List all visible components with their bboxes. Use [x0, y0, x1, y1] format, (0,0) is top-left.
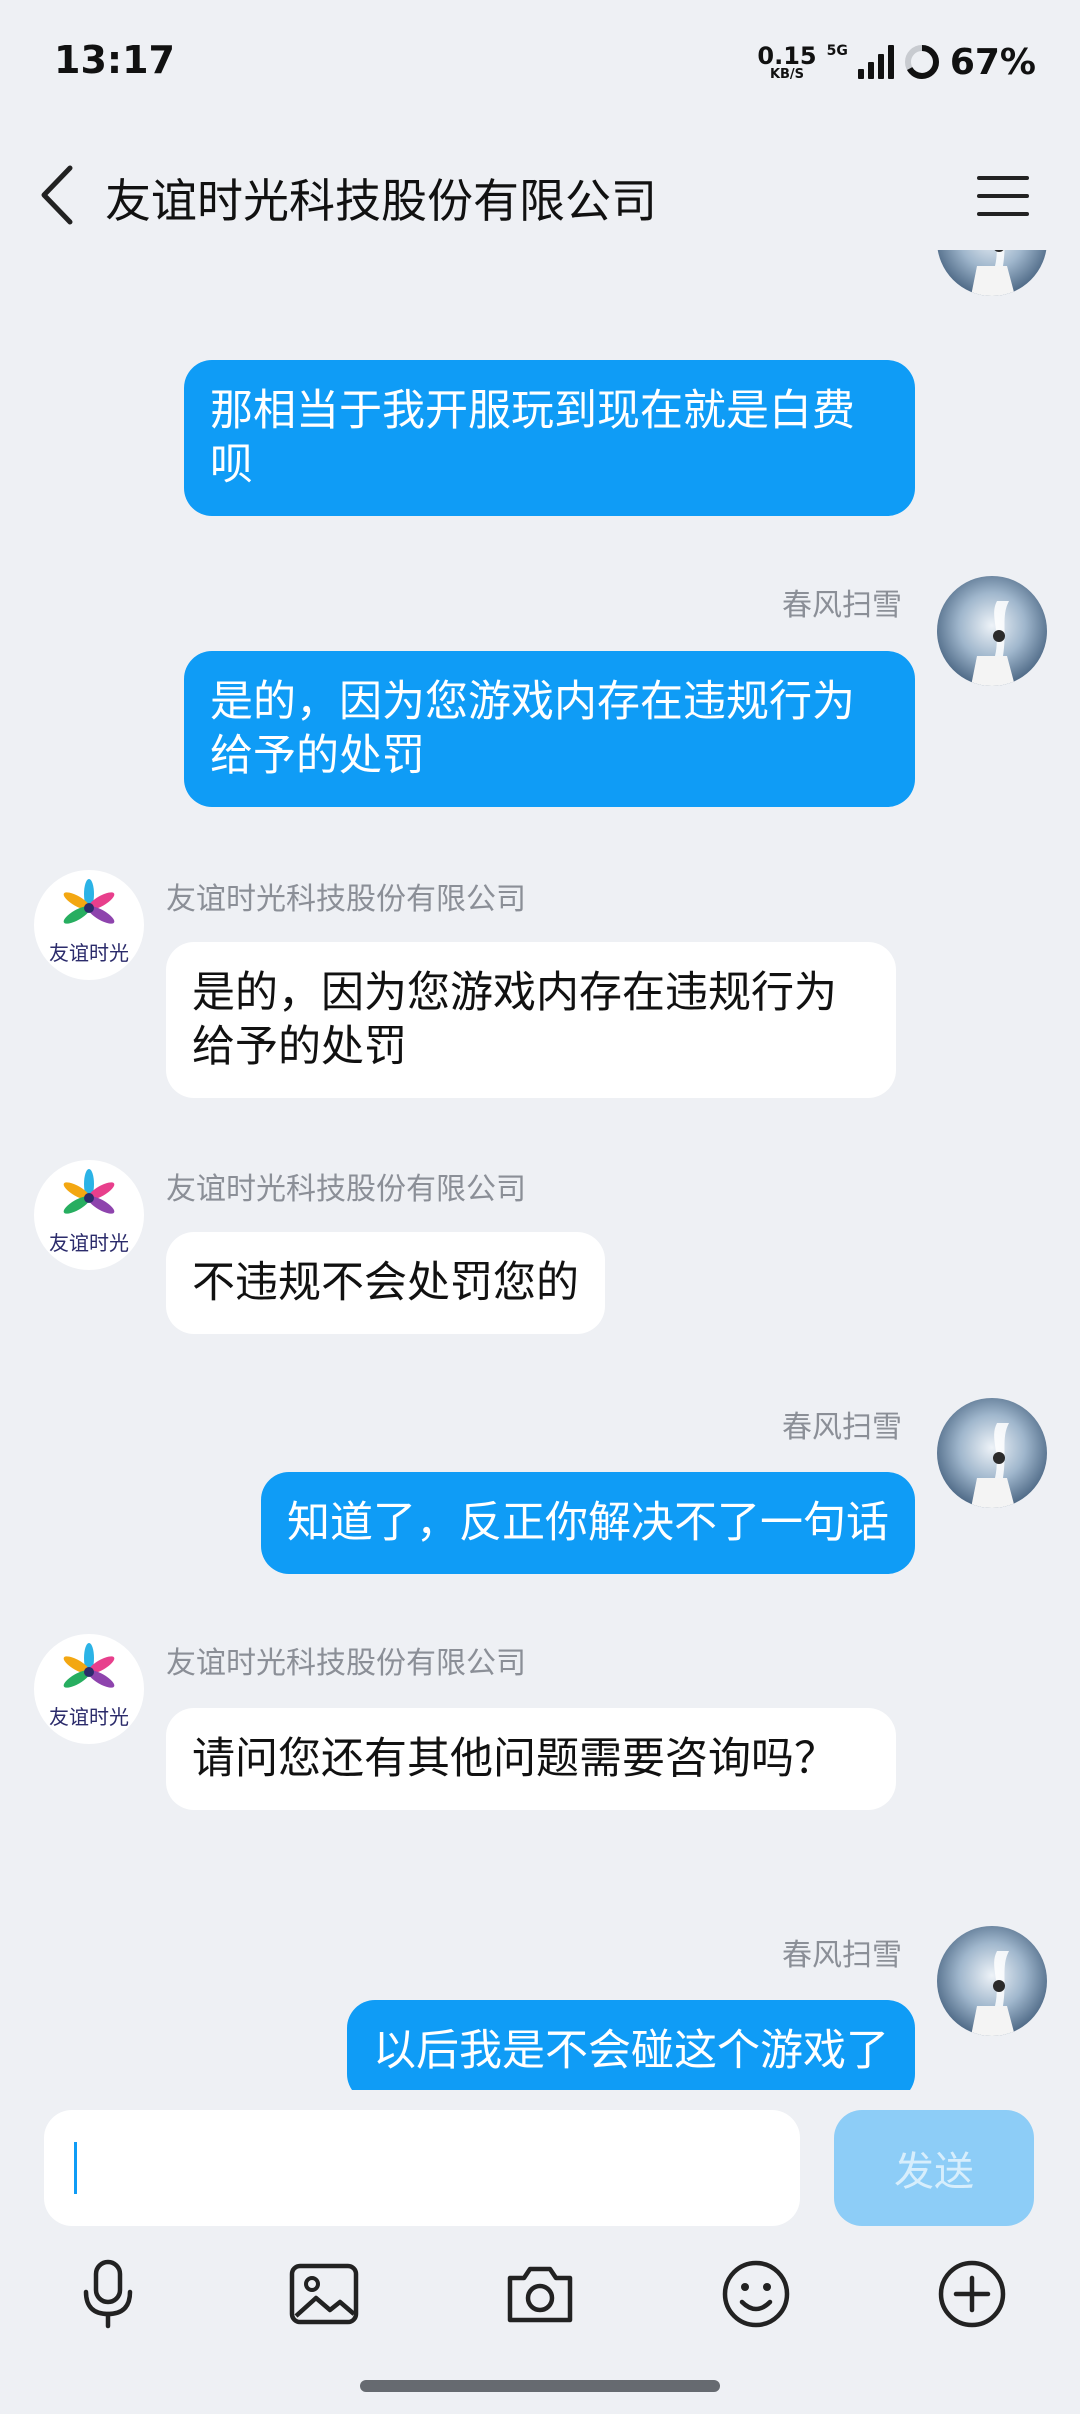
sender-name: 春风扫雪	[782, 1410, 902, 1445]
sender-name: 春风扫雪	[782, 1938, 902, 1973]
image-icon[interactable]	[286, 2256, 362, 2332]
sender-name: 友谊时光科技股份有限公司	[166, 882, 526, 917]
svg-text:友谊时光: 友谊时光	[49, 941, 129, 965]
status-time: 13:17	[54, 38, 175, 82]
message-bubble[interactable]: 是的，因为您游戏内存在违规行为给予的处罚	[166, 942, 896, 1098]
page-title: 友谊时光科技股份有限公司	[105, 174, 657, 228]
status-bar: 13:17 0.15 KB/S 5G 67%	[0, 0, 1080, 125]
user-avatar[interactable]	[937, 1398, 1047, 1508]
message-bubble[interactable]: 请问您还有其他问题需要咨询吗？	[166, 1708, 896, 1810]
user-avatar[interactable]	[937, 576, 1047, 686]
network-speed: 0.15 KB/S	[757, 44, 816, 81]
send-button[interactable]: 发送	[834, 2110, 1034, 2226]
message-bubble[interactable]: 知道了，反正你解决不了一句话	[261, 1472, 915, 1574]
message-bubble[interactable]: 是的，因为您游戏内存在违规行为给予的处罚	[184, 651, 915, 807]
company-avatar[interactable]: 友谊时光	[34, 1160, 144, 1270]
svg-text:友谊时光: 友谊时光	[49, 1705, 129, 1729]
chat-header: 友谊时光科技股份有限公司	[0, 140, 1080, 250]
sender-name: 友谊时光科技股份有限公司	[166, 1646, 526, 1681]
plus-icon[interactable]	[934, 2256, 1010, 2332]
message-bubble[interactable]: 不违规不会处罚您的	[166, 1232, 605, 1334]
company-avatar[interactable]: 友谊时光	[34, 1634, 144, 1744]
microphone-icon[interactable]	[70, 2256, 146, 2332]
battery-icon	[904, 45, 939, 79]
company-avatar[interactable]: 友谊时光	[34, 870, 144, 980]
user-avatar[interactable]	[937, 1926, 1047, 2036]
home-indicator[interactable]	[360, 2380, 720, 2392]
message-bubble[interactable]: 以后我是不会碰这个游戏了	[347, 2000, 915, 2090]
svg-text:友谊时光: 友谊时光	[49, 1231, 129, 1255]
sender-name: 友谊时光科技股份有限公司	[166, 1172, 526, 1207]
emoji-icon[interactable]	[718, 2256, 794, 2332]
composer: 发送	[0, 2090, 1080, 2414]
signal-icon	[857, 45, 894, 79]
network-speed-unit: KB/S	[769, 66, 805, 82]
text-caret	[74, 2142, 77, 2194]
back-icon[interactable]	[38, 162, 78, 228]
user-avatar[interactable]	[937, 250, 1047, 296]
menu-icon[interactable]	[975, 168, 1031, 224]
status-indicators: 0.15 KB/S 5G 67%	[757, 40, 1036, 84]
sender-name: 春风扫雪	[782, 588, 902, 623]
message-input[interactable]	[44, 2110, 800, 2226]
message-list[interactable]: 那相当于我开服玩到现在就是白费呗 春风扫雪 是的，因为您游戏内存在违规行为给予的…	[0, 250, 1080, 2090]
network-type: 5G	[826, 43, 848, 59]
camera-icon[interactable]	[502, 2256, 578, 2332]
message-bubble[interactable]: 那相当于我开服玩到现在就是白费呗	[184, 360, 915, 516]
battery-percentage: 67%	[949, 41, 1036, 83]
network-speed-value: 0.15	[757, 41, 817, 70]
